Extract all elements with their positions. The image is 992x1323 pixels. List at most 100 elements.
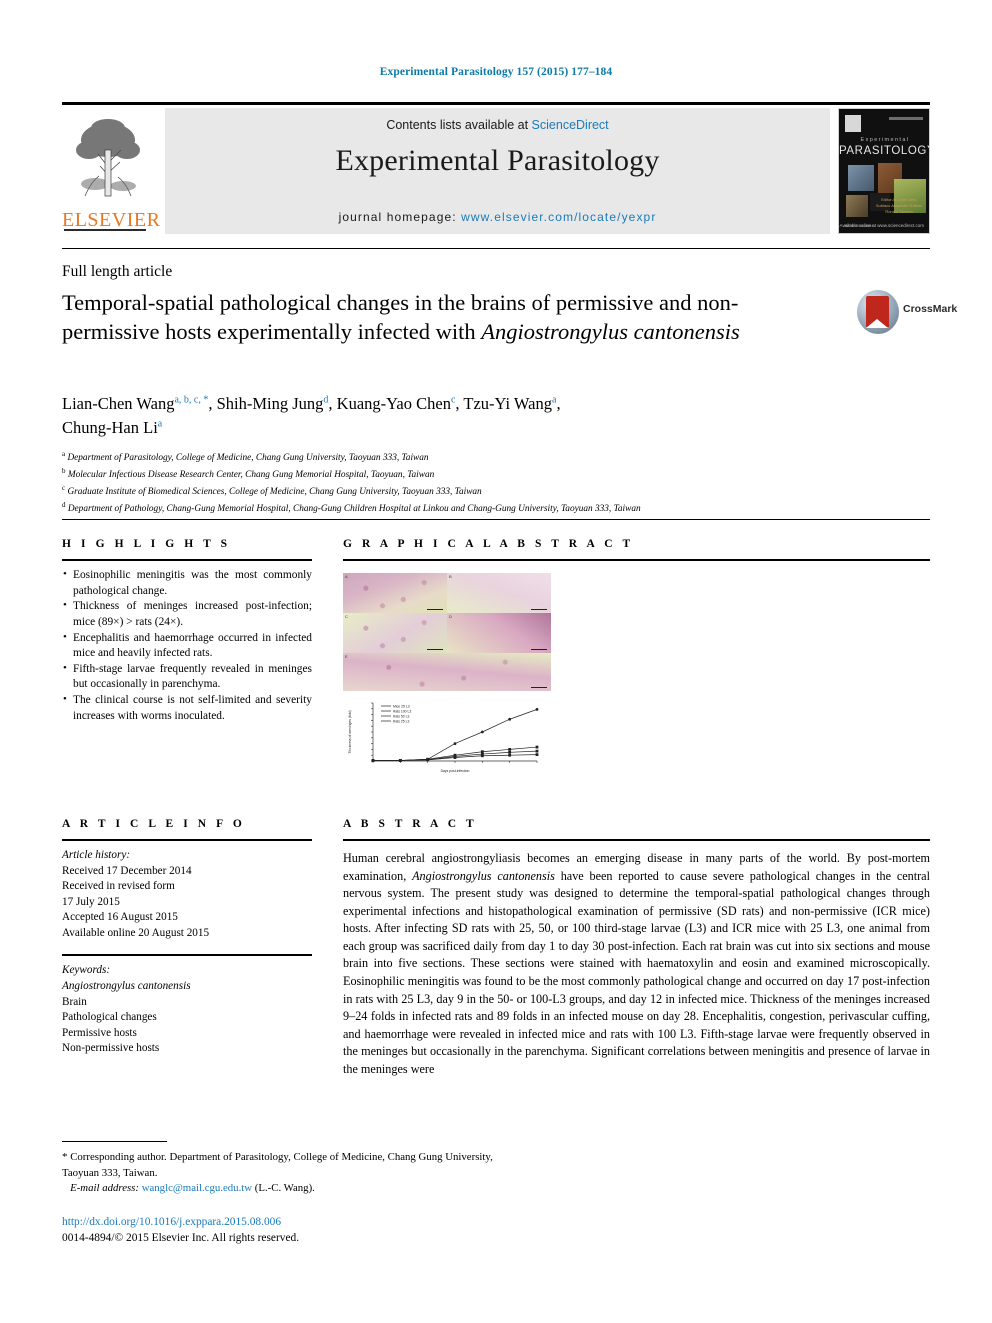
svg-text:Rats 100 L3: Rats 100 L3 bbox=[393, 710, 411, 714]
micrograph-panel-a: A bbox=[343, 573, 447, 613]
scale-bar-icon bbox=[427, 648, 443, 650]
micrograph-tag-a: A bbox=[345, 574, 348, 579]
scale-bar-icon bbox=[531, 608, 547, 610]
crossmark-book-icon bbox=[866, 296, 889, 328]
cover-title-line2: PARASITOLOGY bbox=[839, 145, 930, 157]
copyright-line: 0014-4894/© 2015 Elsevier Inc. All right… bbox=[62, 1232, 300, 1244]
graphical-abstract-rule bbox=[343, 559, 930, 561]
graphical-abstract-figure: A B C D E Mice 25 L3 Rats 100 L3 Rats 50… bbox=[343, 573, 551, 781]
abstract-species-text: Angiostrongylus cantonensis bbox=[412, 868, 555, 883]
author-marks-3: c bbox=[450, 394, 456, 406]
author-name-3: Kuang-Yao Chen bbox=[336, 394, 451, 413]
author-name-1: Lian-Chen Wang bbox=[62, 394, 175, 413]
homepage-label: journal homepage: bbox=[338, 210, 462, 224]
sciencedirect-link[interactable]: ScienceDirect bbox=[532, 118, 609, 132]
affiliation-item-d: d Department of Pathology, Chang-Gung Me… bbox=[62, 500, 892, 517]
article-history-received: Received 17 December 2014 bbox=[62, 864, 192, 877]
svg-text:Thickness of meninges (fold): Thickness of meninges (fold) bbox=[348, 710, 352, 753]
contents-available-line: Contents lists available at ScienceDirec… bbox=[165, 118, 830, 132]
micrograph-panel-d: D bbox=[447, 613, 551, 653]
journal-homepage-link[interactable]: www.elsevier.com/locate/yexpr bbox=[461, 210, 656, 224]
article-info-rule bbox=[62, 839, 312, 841]
article-history-revised-date: 17 July 2015 bbox=[62, 895, 120, 908]
cover-micrograph-4 bbox=[846, 195, 868, 217]
email-address-label: E-mail address: bbox=[70, 1181, 142, 1194]
corresponding-author-footnote: * Corresponding author. Department of Pa… bbox=[62, 1150, 512, 1196]
highlights-heading: H I G H L I G H T S bbox=[62, 538, 231, 550]
keyword-item-3: Pathological changes bbox=[62, 1011, 157, 1024]
cover-micrograph-1 bbox=[848, 165, 874, 191]
meninges-thickness-line-chart: Mice 25 L3 Rats 100 L3 Rats 50 L3 Rats 25 L… bbox=[343, 695, 543, 781]
abstract-text: Human cerebral angiostrongyliasis become… bbox=[343, 850, 930, 1078]
affiliation-text-c: Graduate Institute of Biomedical Science… bbox=[67, 487, 482, 498]
list-item: Fifth-stage larvae frequently revealed i… bbox=[62, 661, 312, 693]
article-info-section: A R T I C L E I N F O Article history: R… bbox=[62, 818, 312, 1057]
author-marks-4: a bbox=[552, 394, 557, 406]
contents-prefix-text: Contents lists available at bbox=[386, 118, 532, 132]
scale-bar-icon bbox=[531, 686, 547, 688]
doi-link[interactable]: http://dx.doi.org/10.1016/j.exppara.2015… bbox=[62, 1216, 281, 1228]
author-marks-1: a, b, c, * bbox=[174, 394, 209, 406]
cover-title-line1: Experimental bbox=[860, 137, 910, 143]
article-history-label: Article history: bbox=[62, 849, 131, 861]
affiliations-bottom-rule bbox=[62, 519, 930, 520]
elsevier-wordmark: ELSEVIER bbox=[62, 209, 161, 231]
elsevier-tree-icon bbox=[65, 110, 151, 202]
graphical-abstract-section: G R A P H I C A L A B S T R A C T A B C … bbox=[343, 538, 930, 781]
micrograph-tag-c: C bbox=[345, 614, 348, 619]
micrograph-tag-e: E bbox=[345, 654, 348, 659]
journal-homepage-line: journal homepage: www.elsevier.com/locat… bbox=[165, 210, 830, 224]
keyword-item-4: Permissive hosts bbox=[62, 1026, 137, 1039]
crossmark-badge[interactable]: CrossMark bbox=[857, 288, 957, 336]
footnote-rule bbox=[62, 1141, 167, 1142]
author-name-2: Shih-Ming Jung bbox=[216, 394, 324, 413]
email-address-link[interactable]: wanglc@mail.cgu.edu.tw bbox=[142, 1182, 252, 1194]
affiliation-item-a: a Department of Parasitology, College of… bbox=[62, 449, 892, 466]
micrograph-panel-c: C bbox=[343, 613, 447, 653]
abstract-text-part2: have been reported to cause severe patho… bbox=[343, 868, 930, 1076]
keyword-item-2: Brain bbox=[62, 995, 87, 1008]
affiliation-marker-a: a bbox=[62, 450, 66, 458]
article-type-label: Full length article bbox=[62, 263, 173, 280]
affiliation-marker-c: c bbox=[62, 484, 66, 493]
author-name-5: Chung-Han Li bbox=[62, 417, 158, 437]
article-history-revised-label: Received in revised form bbox=[62, 880, 175, 893]
article-history-online: Available online 20 August 2015 bbox=[62, 926, 210, 939]
keyword-item-5: Non-permissive hosts bbox=[62, 1042, 160, 1055]
highlights-rule bbox=[62, 559, 312, 561]
svg-text:Days post-infection: Days post-infection bbox=[441, 769, 470, 773]
author-marks-5: a bbox=[157, 418, 163, 430]
list-item: The clinical course is not self-limited … bbox=[62, 692, 312, 724]
svg-text:Mice 25 L3: Mice 25 L3 bbox=[393, 705, 410, 709]
article-history-accepted: Accepted 16 August 2015 bbox=[62, 911, 178, 924]
highlights-list: Eosinophilic meningitis was the most com… bbox=[62, 567, 312, 724]
journal-cover-thumbnail: Experimental PARASITOLOGY Editor-in-Chie… bbox=[838, 108, 930, 234]
corresponding-author-text: Corresponding author. Department of Para… bbox=[62, 1151, 493, 1179]
graphical-abstract-heading: G R A P H I C A L A B S T R A C T bbox=[343, 538, 634, 550]
list-item: Thickness of meninges increased post-inf… bbox=[62, 598, 312, 630]
elsevier-logo: ELSEVIER bbox=[62, 108, 161, 234]
author-list: Lian-Chen Wanga, b, c, *, Shih-Ming Jung… bbox=[62, 394, 561, 437]
affiliation-item-b: b Molecular Infectious Disease Research … bbox=[62, 466, 892, 483]
affiliation-item-c: c Graduate Institute of Biomedical Scien… bbox=[62, 483, 892, 500]
crossmark-label: CrossMark bbox=[903, 303, 958, 315]
micrograph-tag-d: D bbox=[449, 614, 452, 619]
scale-bar-icon bbox=[531, 648, 547, 650]
micrograph-panel-e: E bbox=[343, 653, 551, 691]
svg-text:Rats 25 L3: Rats 25 L3 bbox=[393, 720, 410, 724]
micrograph-tag-b: B bbox=[449, 574, 452, 579]
page-title: Temporal-spatial pathological changes in… bbox=[62, 288, 822, 346]
affiliation-list: a Department of Parasitology, College of… bbox=[62, 449, 892, 518]
article-history-block: Article history: Received 17 December 20… bbox=[62, 848, 312, 941]
scale-bar-icon bbox=[427, 608, 443, 610]
author-marks-2: d bbox=[323, 394, 329, 406]
article-info-heading: A R T I C L E I N F O bbox=[62, 818, 246, 830]
cover-elsevier-mark-icon bbox=[845, 115, 861, 132]
article-first-page: Experimental Parasitology 157 (2015) 177… bbox=[0, 0, 992, 1323]
cover-editors-text: Editor-in-Chief John Subiaco Associate E… bbox=[875, 197, 923, 214]
journal-title: Experimental Parasitology bbox=[335, 144, 660, 177]
keywords-label: Keywords: bbox=[62, 964, 111, 977]
affiliation-marker-d: d bbox=[62, 501, 66, 510]
micrograph-grid: A B C D E bbox=[343, 573, 551, 691]
affiliation-text-a: Department of Parasitology, College of M… bbox=[67, 453, 429, 464]
